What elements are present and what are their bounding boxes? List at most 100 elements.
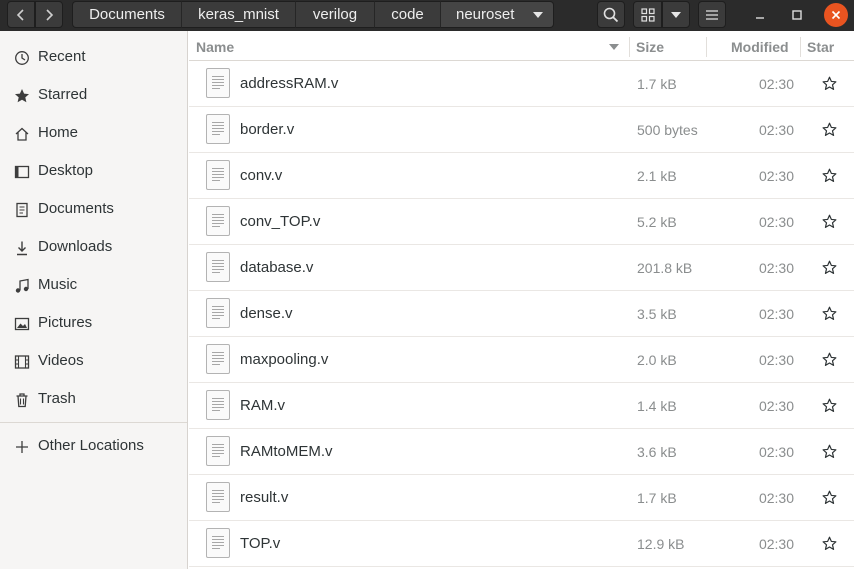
star-toggle[interactable] <box>819 303 839 323</box>
file-modified: 02:30 <box>758 122 794 138</box>
forward-button[interactable] <box>35 1 63 28</box>
file-name: addressRAM.v <box>240 75 339 92</box>
file-name: database.v <box>240 259 314 276</box>
file-modified: 02:30 <box>758 490 794 506</box>
breadcrumb-keras-mnist[interactable]: keras_mnist <box>181 1 295 28</box>
back-button[interactable] <box>7 1 35 28</box>
text-file-icon <box>206 482 230 512</box>
breadcrumb-verilog[interactable]: verilog <box>295 1 374 28</box>
file-list: addressRAM.v 1.7 kB 02:30 border.v 500 b… <box>189 61 854 569</box>
chevron-left-icon <box>16 8 24 21</box>
text-file-icon <box>206 252 230 282</box>
file-row[interactable]: conv.v 2.1 kB 02:30 <box>189 153 854 199</box>
home-icon <box>13 125 31 143</box>
star-outline-icon <box>822 536 836 550</box>
text-file-icon <box>206 298 230 328</box>
star-toggle[interactable] <box>819 487 839 507</box>
minimize-button[interactable] <box>748 3 772 27</box>
star-outline-icon <box>822 352 836 366</box>
sidebar-item-label: Trash <box>38 390 76 407</box>
sidebar-item-documents[interactable]: Documents <box>0 190 187 228</box>
close-icon <box>831 10 841 20</box>
sidebar-item-pictures[interactable]: Pictures <box>0 304 187 342</box>
file-row[interactable]: maxpooling.v 2.0 kB 02:30 <box>189 337 854 383</box>
file-modified: 02:30 <box>758 76 794 92</box>
breadcrumb-documents[interactable]: Documents <box>72 1 181 28</box>
star-toggle[interactable] <box>819 165 839 185</box>
star-icon <box>13 87 31 105</box>
column-divider <box>706 37 707 57</box>
file-row[interactable]: border.v 500 bytes 02:30 <box>189 107 854 153</box>
file-row[interactable]: result.v 1.7 kB 02:30 <box>189 475 854 521</box>
file-row[interactable]: TOP.v 12.9 kB 02:30 <box>189 521 854 567</box>
sidebar-item-label: Music <box>38 276 78 293</box>
file-size: 201.8 kB <box>637 260 693 276</box>
view-options-button[interactable] <box>662 1 690 28</box>
clock-icon <box>13 49 31 67</box>
star-outline-icon <box>822 490 836 504</box>
file-row[interactable]: RAM.v 1.4 kB 02:30 <box>189 383 854 429</box>
star-toggle[interactable] <box>819 73 839 93</box>
search-button[interactable] <box>597 1 625 28</box>
star-toggle[interactable] <box>819 119 839 139</box>
star-toggle[interactable] <box>819 349 839 369</box>
sidebar-item-trash[interactable]: Trash <box>0 380 187 418</box>
breadcrumb-label: code <box>391 6 424 23</box>
sidebar-item-label: Pictures <box>38 314 93 331</box>
sidebar-item-starred[interactable]: Starred <box>0 76 187 114</box>
header-bar: Documents keras_mnist verilog code neuro… <box>0 0 854 31</box>
grid-icon <box>640 7 655 22</box>
file-row[interactable]: database.v 201.8 kB 02:30 <box>189 245 854 291</box>
file-modified: 02:30 <box>758 352 794 368</box>
sidebar-item-other-locations[interactable]: Other Locations <box>0 427 187 465</box>
breadcrumb-label: verilog <box>312 6 358 23</box>
file-row[interactable]: addressRAM.v 1.7 kB 02:30 <box>189 61 854 107</box>
sidebar-item-videos[interactable]: Videos <box>0 342 187 380</box>
column-divider <box>800 37 801 57</box>
file-row[interactable]: RAMtoMEM.v 3.6 kB 02:30 <box>189 429 854 475</box>
star-toggle[interactable] <box>819 211 839 231</box>
file-size: 500 bytes <box>637 122 698 138</box>
view-toggle-button[interactable] <box>633 1 662 28</box>
star-outline-icon <box>822 306 836 320</box>
main-menu-button[interactable] <box>698 1 726 28</box>
file-row[interactable]: dense.v 3.5 kB 02:30 <box>189 291 854 337</box>
sidebar-item-desktop[interactable]: Desktop <box>0 152 187 190</box>
file-size: 3.5 kB <box>637 306 677 322</box>
file-name: border.v <box>240 121 295 138</box>
sidebar-item-home[interactable]: Home <box>0 114 187 152</box>
text-file-icon <box>206 68 230 98</box>
sidebar-item-downloads[interactable]: Downloads <box>0 228 187 266</box>
sidebar-item-label: Home <box>38 124 79 141</box>
maximize-button[interactable] <box>785 3 809 27</box>
chevron-right-icon <box>46 8 54 21</box>
breadcrumb-neuroset[interactable]: neuroset <box>440 1 554 28</box>
file-size: 2.0 kB <box>637 352 677 368</box>
text-file-icon <box>206 528 230 558</box>
file-modified: 02:30 <box>758 168 794 184</box>
sidebar-item-recent[interactable]: Recent <box>0 38 187 76</box>
star-toggle[interactable] <box>819 257 839 277</box>
star-toggle[interactable] <box>819 533 839 553</box>
sidebar-item-label: Recent <box>38 48 86 65</box>
star-toggle[interactable] <box>819 395 839 415</box>
breadcrumb-code[interactable]: code <box>374 1 440 28</box>
star-toggle[interactable] <box>819 441 839 461</box>
document-icon <box>13 201 31 219</box>
column-header-name[interactable]: Name <box>196 39 234 55</box>
file-name: dense.v <box>240 305 293 322</box>
sidebar-item-label: Videos <box>38 352 84 369</box>
file-row[interactable]: conv_TOP.v 5.2 kB 02:30 <box>189 199 854 245</box>
column-header-star[interactable]: Star <box>807 39 834 55</box>
column-header-modified[interactable]: Modified <box>731 39 789 55</box>
picture-icon <box>13 315 31 333</box>
column-header-size[interactable]: Size <box>636 39 664 55</box>
sidebar-item-music[interactable]: Music <box>0 266 187 304</box>
close-button[interactable] <box>824 3 848 27</box>
star-outline-icon <box>822 214 836 228</box>
text-file-icon <box>206 344 230 374</box>
file-name: RAMtoMEM.v <box>240 443 333 460</box>
breadcrumb-label: keras_mnist <box>198 6 279 23</box>
star-outline-icon <box>822 168 836 182</box>
column-header: Name Size Modified Star <box>189 31 854 61</box>
